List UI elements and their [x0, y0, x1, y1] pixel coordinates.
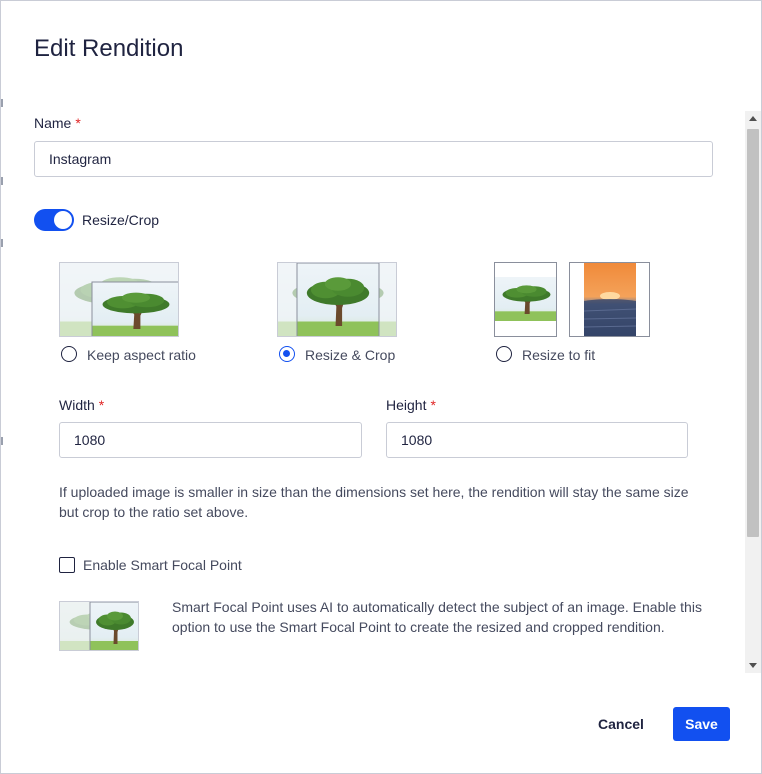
scroll-down-arrow-icon[interactable]	[749, 663, 757, 668]
sunset-image-icon	[570, 263, 649, 336]
dialog-title: Edit Rendition	[34, 35, 184, 62]
name-label-text: Name	[34, 115, 72, 131]
resize-crop-option-label: Resize & Crop	[305, 347, 396, 363]
cancel-button[interactable]: Cancel	[585, 707, 657, 741]
resize-crop-radio[interactable]	[279, 346, 295, 362]
resize-crop-label: Resize/Crop	[82, 212, 160, 228]
tree-image-icon	[60, 263, 178, 336]
required-mark: *	[430, 397, 436, 413]
height-label-text: Height	[386, 397, 427, 413]
dialog-scroll-area: Name* Resize/Crop	[1, 111, 745, 673]
height-input[interactable]	[386, 422, 688, 458]
size-note: If uploaded image is smaller in size tha…	[59, 484, 689, 520]
required-mark: *	[75, 115, 81, 131]
resize-to-fit-thumbnail-tree[interactable]	[494, 262, 557, 337]
keep-aspect-ratio-thumbnail[interactable]	[59, 262, 179, 337]
keep-aspect-ratio-radio[interactable]	[61, 346, 77, 362]
width-label: Width *	[59, 397, 104, 413]
smart-focal-point-description: Smart Focal Point uses AI to automatical…	[172, 599, 702, 635]
tree-image-icon	[495, 263, 556, 336]
height-label: Height *	[386, 397, 436, 413]
resize-crop-thumbnail[interactable]	[277, 262, 397, 337]
smart-focal-point-checkbox[interactable]	[59, 557, 75, 573]
tree-image-icon	[60, 602, 138, 650]
resize-to-fit-label: Resize to fit	[522, 347, 596, 363]
name-label: Name *	[34, 115, 81, 131]
keep-aspect-ratio-label: Keep aspect ratio	[87, 347, 196, 363]
scroll-up-arrow-icon[interactable]	[749, 116, 757, 121]
width-label-text: Width	[59, 397, 95, 413]
background-edge-mark	[1, 99, 3, 107]
toggle-knob	[54, 211, 72, 229]
resize-crop-toggle[interactable]	[34, 209, 74, 231]
scrollbar-thumb[interactable]	[747, 129, 759, 537]
smart-focal-point-thumbnail	[59, 601, 139, 651]
save-button[interactable]: Save	[673, 707, 730, 741]
name-input[interactable]	[34, 141, 713, 177]
width-input[interactable]	[59, 422, 362, 458]
dialog-scrollbar[interactable]	[745, 111, 761, 673]
required-mark: *	[98, 397, 105, 413]
tree-image-icon	[278, 263, 396, 336]
smart-focal-point-label: Enable Smart Focal Point	[83, 557, 242, 573]
resize-to-fit-radio[interactable]	[496, 346, 512, 362]
edit-rendition-dialog: Edit Rendition Name* Resize/Crop	[0, 0, 762, 774]
resize-to-fit-thumbnail-sunset[interactable]	[569, 262, 650, 337]
